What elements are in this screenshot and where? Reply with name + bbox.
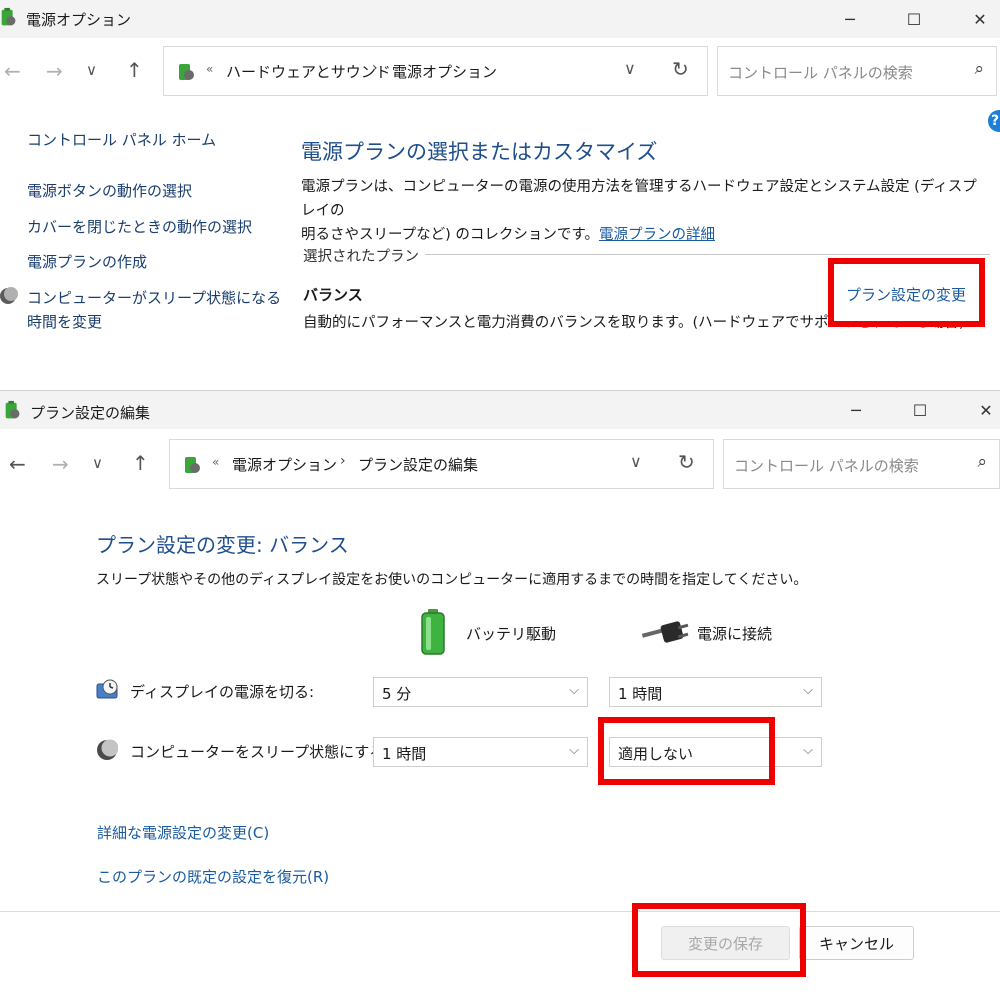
description-line-1: 電源プランは、コンピューターの電源の使用方法を管理するハードウェア設定とシステム… bbox=[301, 179, 977, 219]
search-icon: ⌕ bbox=[977, 452, 987, 472]
selected-plan-label: 選択されたプラン bbox=[303, 249, 419, 265]
display-clock-icon bbox=[96, 679, 118, 699]
maximize-button[interactable]: ☐ bbox=[890, 391, 950, 429]
recent-locations-icon[interactable]: ∨ bbox=[92, 454, 103, 472]
title-bar: プラン設定の編集 ─ ☐ ✕ bbox=[0, 391, 1000, 429]
overflow-chevron-icon[interactable]: « bbox=[206, 62, 213, 76]
sleep-moon-icon bbox=[97, 739, 118, 760]
sleep-battery-select[interactable]: 1 時間 ⌵ bbox=[373, 737, 588, 767]
battery-icon bbox=[421, 609, 445, 655]
chevron-down-icon: ⌵ bbox=[569, 683, 579, 698]
back-arrow-icon[interactable]: ← bbox=[9, 452, 26, 476]
plugged-in-column-header: 電源に接続 bbox=[697, 625, 773, 643]
help-icon[interactable]: ? bbox=[988, 110, 1000, 132]
restore-defaults-link[interactable]: このプランの既定の設定を復元(R) bbox=[97, 866, 329, 887]
power-plan-details-link[interactable]: 電源プランの詳細 bbox=[599, 227, 715, 243]
search-icon: ⌕ bbox=[974, 59, 984, 79]
breadcrumb-edit-plan[interactable]: プラン設定の編集 bbox=[358, 454, 478, 475]
breadcrumb-separator-icon: › bbox=[340, 453, 346, 469]
power-options-icon bbox=[179, 64, 194, 80]
chevron-down-icon: ⌵ bbox=[803, 683, 813, 698]
search-box[interactable]: コントロール パネルの検索 ⌕ bbox=[723, 439, 1000, 489]
display-off-battery-select[interactable]: 5 分 ⌵ bbox=[373, 677, 588, 707]
breadcrumb-power-options[interactable]: 電源オプション bbox=[392, 61, 497, 82]
search-placeholder: コントロール パネルの検索 bbox=[728, 64, 913, 82]
forward-arrow-icon[interactable]: → bbox=[52, 452, 69, 476]
power-options-icon bbox=[5, 400, 20, 419]
select-value: 1 時間 bbox=[382, 745, 427, 763]
select-value: 5 分 bbox=[382, 685, 412, 703]
window-title: 電源オプション bbox=[26, 11, 132, 29]
up-arrow-icon[interactable]: ↑ bbox=[126, 58, 143, 82]
edit-plan-settings-window: プラン設定の編集 ─ ☐ ✕ ← → ∨ ↑ « 電源オプション › プラン設定… bbox=[0, 390, 1000, 1000]
maximize-button[interactable]: ☐ bbox=[884, 0, 944, 38]
title-bar: 電源オプション ─ ☐ ✕ bbox=[0, 0, 1000, 38]
cancel-button[interactable]: キャンセル bbox=[799, 926, 914, 960]
change-plan-settings-link[interactable]: プラン設定の変更 bbox=[846, 284, 966, 305]
sidebar-item-power-button-action[interactable]: 電源ボタンの動作の選択 bbox=[27, 180, 192, 201]
address-dropdown-icon[interactable]: ∨ bbox=[624, 59, 636, 78]
address-dropdown-icon[interactable]: ∨ bbox=[630, 452, 642, 471]
footer-divider bbox=[0, 911, 1000, 912]
highlight-box bbox=[632, 903, 806, 977]
recent-locations-icon[interactable]: ∨ bbox=[86, 61, 97, 79]
power-options-icon bbox=[1, 7, 16, 26]
sidebar-item-create-plan[interactable]: 電源プランの作成 bbox=[27, 251, 147, 272]
plan-description: 電源プランは、コンピューターの電源の使用方法を管理するハードウェア設定とシステム… bbox=[301, 175, 991, 247]
plan-name: バランス bbox=[303, 286, 363, 304]
select-value: 1 時間 bbox=[618, 685, 663, 703]
search-box[interactable]: コントロール パネルの検索 ⌕ bbox=[717, 46, 997, 96]
address-bar[interactable]: « 電源オプション › プラン設定の編集 ∨ ↻ bbox=[169, 439, 714, 489]
highlight-box bbox=[598, 717, 775, 785]
up-arrow-icon[interactable]: ↑ bbox=[132, 451, 149, 475]
sleep-moon-icon bbox=[0, 287, 18, 304]
forward-arrow-icon[interactable]: → bbox=[46, 59, 63, 83]
power-plug-icon bbox=[641, 621, 689, 643]
power-options-icon bbox=[185, 457, 200, 473]
description-line-2-text: 明るさやスリープなど) のコレクションです。 bbox=[301, 227, 599, 243]
section-divider bbox=[425, 254, 990, 255]
page-heading: 電源プランの選択またはカスタマイズ bbox=[301, 140, 658, 164]
battery-column-header: バッテリ駆動 bbox=[466, 625, 557, 643]
breadcrumb-separator-icon: › bbox=[372, 60, 378, 76]
minimize-button[interactable]: ─ bbox=[826, 391, 886, 429]
description-line-2: 明るさやスリープなど) のコレクションです。電源プランの詳細 bbox=[301, 223, 991, 247]
page-heading: プラン設定の変更: バランス bbox=[96, 533, 349, 557]
breadcrumb-hardware-sound[interactable]: ハードウェアとサウンド bbox=[226, 61, 391, 82]
search-placeholder: コントロール パネルの検索 bbox=[734, 457, 919, 475]
back-arrow-icon[interactable]: ← bbox=[4, 59, 21, 83]
window-title: プラン設定の編集 bbox=[30, 404, 151, 422]
display-off-label: ディスプレイの電源を切る: bbox=[130, 683, 315, 701]
display-off-plugged-select[interactable]: 1 時間 ⌵ bbox=[609, 677, 822, 707]
breadcrumb-power-options[interactable]: 電源オプション bbox=[232, 454, 337, 475]
power-options-window: 電源オプション ─ ☐ ✕ ← → ∨ ↑ « ハードウェアとサウンド › 電源… bbox=[0, 0, 1000, 388]
chevron-down-icon: ⌵ bbox=[569, 743, 579, 758]
chevron-down-icon: ⌵ bbox=[803, 743, 813, 758]
sidebar-item-lid-close-action[interactable]: カバーを閉じたときの動作の選択 bbox=[27, 216, 252, 237]
close-button[interactable]: ✕ bbox=[956, 391, 1000, 429]
sleep-label: コンピューターをスリープ状態にする: bbox=[130, 743, 390, 761]
minimize-button[interactable]: ─ bbox=[820, 0, 880, 38]
close-button[interactable]: ✕ bbox=[950, 0, 1000, 38]
overflow-chevron-icon[interactable]: « bbox=[212, 455, 219, 469]
advanced-power-settings-link[interactable]: 詳細な電源設定の変更(C) bbox=[97, 822, 269, 843]
sidebar-item-control-panel-home[interactable]: コントロール パネル ホーム bbox=[27, 129, 216, 150]
refresh-icon[interactable]: ↻ bbox=[678, 450, 695, 474]
sidebar-item-sleep-time-line2[interactable]: 時間を変更 bbox=[27, 311, 102, 332]
refresh-icon[interactable]: ↻ bbox=[672, 57, 689, 81]
sidebar-item-sleep-time[interactable]: コンピューターがスリープ状態になる bbox=[27, 287, 281, 308]
instruction-text: スリープ状態やその他のディスプレイ設定をお使いのコンピューターに適用するまでの時… bbox=[96, 572, 808, 588]
address-bar[interactable]: « ハードウェアとサウンド › 電源オプション ∨ ↻ bbox=[163, 46, 708, 96]
